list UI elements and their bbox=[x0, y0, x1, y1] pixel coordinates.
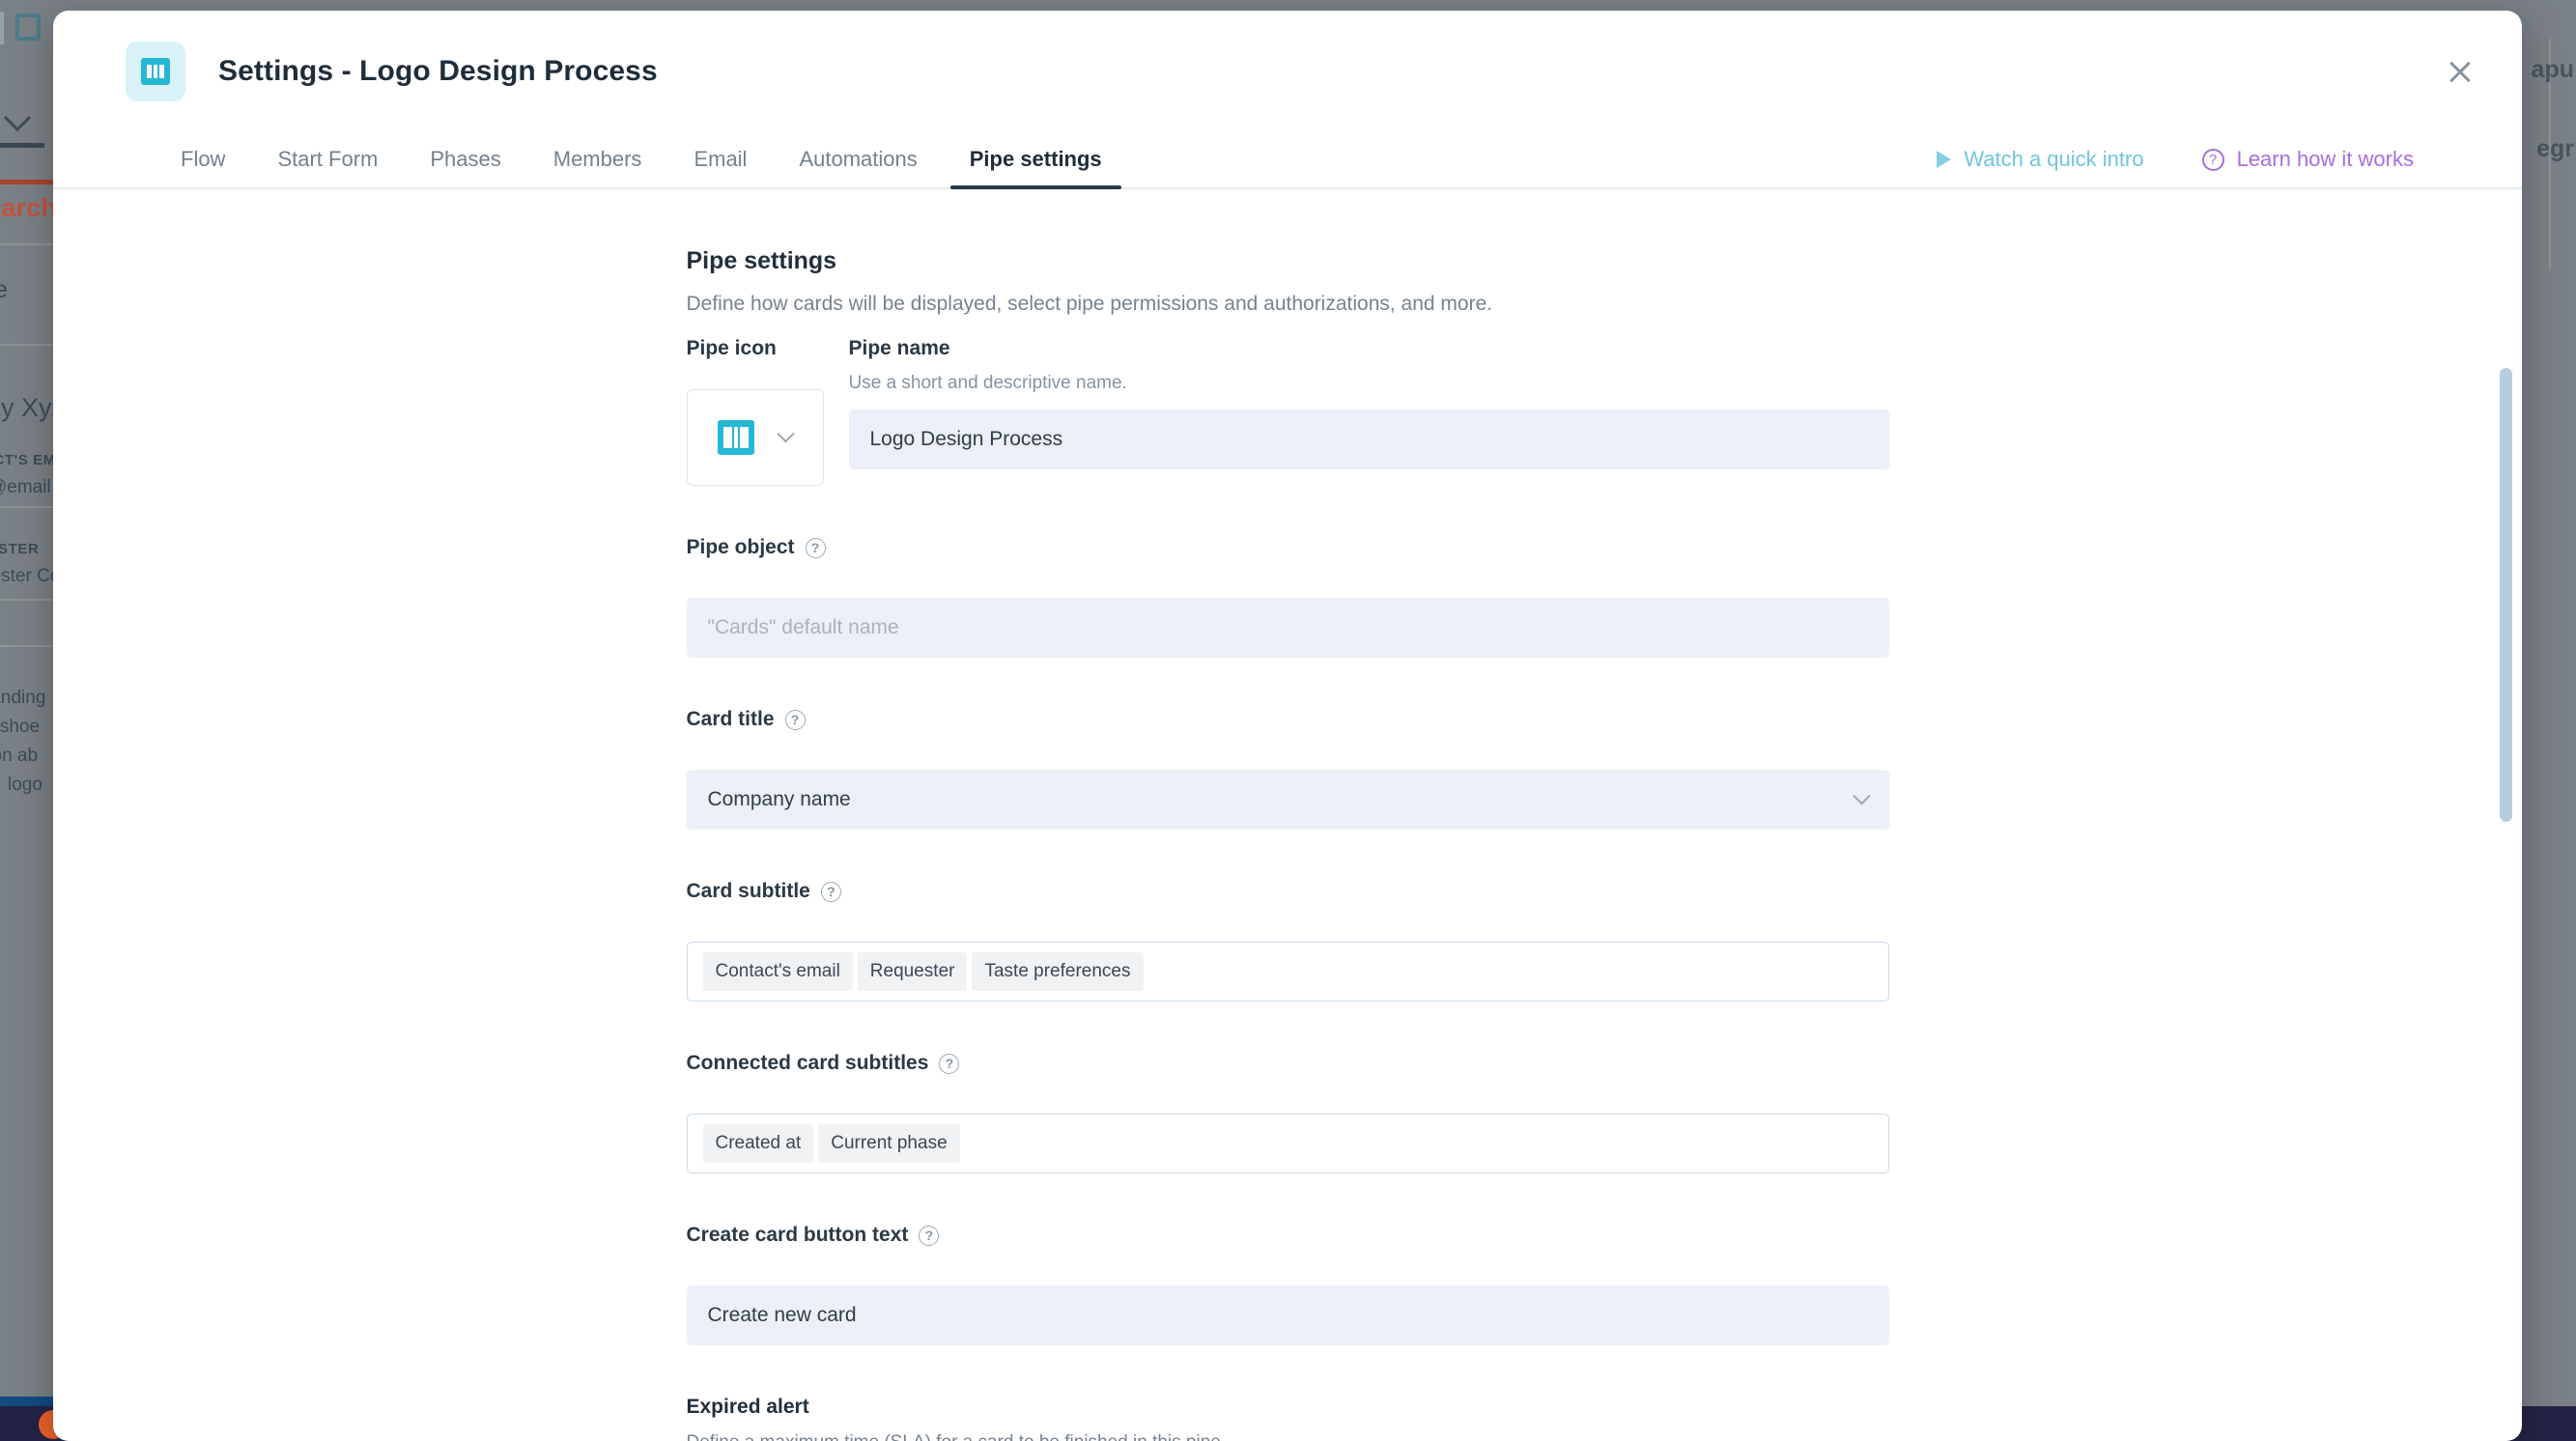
close-icon[interactable] bbox=[2443, 55, 2477, 90]
background-text: UESTER bbox=[0, 541, 40, 557]
background-divider bbox=[0, 599, 56, 601]
background-divider bbox=[0, 344, 56, 346]
help-icon[interactable]: ? bbox=[939, 1053, 960, 1074]
pipe-object-field: Pipe object ? "Cards" default name bbox=[686, 536, 1889, 658]
card-subtitle-label: Card subtitle ? bbox=[687, 880, 1889, 903]
card-subtitle-taginput[interactable]: Contact's email Requester Taste preferen… bbox=[686, 942, 1889, 1002]
card-title-select[interactable]: Company name bbox=[686, 770, 1889, 830]
create-card-button-text-label-text: Create card button text bbox=[686, 1224, 909, 1246]
background-text: uester Co bbox=[0, 566, 56, 586]
learn-how-it-works-link[interactable]: ? Learn how it works bbox=[2201, 147, 2414, 172]
pipe-settings-form: Pipe settings Define how cards will be d… bbox=[686, 189, 1889, 1441]
expired-alert-section: Expired alert Define a maximum time (SLA… bbox=[687, 1396, 1889, 1441]
background-text: e bbox=[0, 276, 8, 303]
connected-card-subtitles-label: Connected card subtitles ? bbox=[687, 1052, 1889, 1075]
create-card-button-text-input[interactable]: Create new card bbox=[686, 1286, 1889, 1345]
pipe-object-label-text: Pipe object bbox=[686, 536, 795, 558]
background-text: egr bbox=[2536, 135, 2574, 162]
kanban-board-icon bbox=[718, 420, 754, 455]
pipe-name-input[interactable]: Logo Design Process bbox=[848, 410, 1889, 469]
tag-chip[interactable]: Created at bbox=[702, 1124, 814, 1163]
chevron-down-icon bbox=[3, 103, 32, 132]
card-subtitle-label-text: Card subtitle bbox=[686, 880, 810, 902]
tab-email[interactable]: Email bbox=[674, 147, 766, 187]
play-icon bbox=[1937, 151, 1952, 168]
card-title-label: Card title ? bbox=[687, 708, 1889, 731]
pipe-icon-picker[interactable] bbox=[686, 389, 824, 486]
card-title-field: Card title ? Company name bbox=[686, 708, 1889, 830]
connected-card-subtitles-taginput[interactable]: Created at Current phase bbox=[686, 1114, 1889, 1173]
card-title-value: Company name bbox=[707, 788, 851, 810]
pipe-object-label: Pipe object ? bbox=[687, 536, 1889, 559]
modal-header: Settings - Logo Design Process bbox=[53, 11, 2522, 131]
tab-members[interactable]: Members bbox=[534, 147, 662, 187]
tag-chip[interactable]: Current phase bbox=[818, 1124, 960, 1163]
background-text: t, shoe bbox=[0, 717, 41, 737]
pipe-icon-label: Pipe icon bbox=[686, 337, 777, 359]
pipe-name-hint: Use a short and descriptive name. bbox=[848, 373, 1127, 393]
background-divider bbox=[0, 243, 56, 245]
background-tab-underline bbox=[0, 143, 44, 148]
tab-phases[interactable]: Phases bbox=[410, 147, 520, 187]
background-text: randing bbox=[0, 688, 46, 708]
pipe-name-label: Pipe name bbox=[848, 337, 950, 359]
background-divider bbox=[0, 506, 56, 508]
background-text: apu bbox=[2531, 56, 2574, 83]
section-description: Define how cards will be displayed, sele… bbox=[686, 293, 1493, 315]
learn-label: Learn how it works bbox=[2236, 147, 2414, 171]
chevron-down-icon bbox=[1852, 786, 1871, 805]
background-left-column: earch e ny Xyz ACT'S EMAIL @email UESTER… bbox=[0, 0, 56, 1391]
background-text: ny Xyz bbox=[0, 393, 56, 422]
connected-card-subtitles-field: Connected card subtitles ? Created at Cu… bbox=[686, 1052, 1889, 1173]
section-title: Pipe settings bbox=[686, 247, 837, 274]
background-text: tion ab bbox=[0, 746, 39, 766]
background-text: ACT'S EMAIL bbox=[0, 452, 56, 468]
help-icon[interactable]: ? bbox=[919, 1225, 940, 1246]
card-subtitle-field: Card subtitle ? Contact's email Requeste… bbox=[686, 880, 1889, 1002]
tag-chip[interactable]: Taste preferences bbox=[972, 952, 1144, 991]
tab-automations[interactable]: Automations bbox=[779, 147, 936, 187]
connected-card-subtitles-label-text: Connected card subtitles bbox=[686, 1052, 929, 1074]
header-links: Watch a quick intro ? Learn how it works bbox=[1937, 147, 2414, 172]
help-icon[interactable]: ? bbox=[784, 709, 806, 730]
tag-chip[interactable]: Requester bbox=[857, 952, 968, 991]
background-divider bbox=[0, 645, 56, 647]
settings-tabbar: Flow Start Form Phases Members Email Aut… bbox=[53, 131, 2522, 189]
settings-modal: Settings - Logo Design Process Flow Star… bbox=[53, 11, 2522, 1441]
tag-chip[interactable]: Contact's email bbox=[702, 952, 853, 991]
background-text: @email bbox=[0, 477, 51, 497]
modal-body: Pipe settings Define how cards will be d… bbox=[53, 189, 2522, 1441]
tab-pipe-settings[interactable]: Pipe settings bbox=[949, 147, 1121, 189]
card-title-label-text: Card title bbox=[686, 708, 775, 730]
tab-flow[interactable]: Flow bbox=[161, 147, 244, 187]
help-icon[interactable]: ? bbox=[820, 881, 841, 902]
question-circle-icon: ? bbox=[2201, 148, 2224, 171]
chevron-down-icon bbox=[777, 424, 795, 442]
create-card-button-text-label: Create card button text ? bbox=[687, 1224, 1889, 1247]
help-icon[interactable]: ? bbox=[805, 537, 826, 558]
expired-alert-description: Define a maximum time (SLA) for a card t… bbox=[687, 1432, 1889, 1441]
kanban-board-icon bbox=[126, 41, 185, 101]
page-title: Settings - Logo Design Process bbox=[218, 54, 658, 87]
watch-intro-link[interactable]: Watch a quick intro bbox=[1937, 147, 2144, 172]
background-pipe-icon bbox=[15, 14, 41, 41]
background-accent-rule bbox=[0, 180, 56, 184]
create-card-button-text-field: Create card button text ? Create new car… bbox=[686, 1224, 1889, 1345]
pipe-identity-row: Pipe icon Pipe name Use a short and desc… bbox=[686, 337, 1889, 486]
background-divider bbox=[0, 12, 4, 44]
scrollbar-thumb[interactable] bbox=[2500, 368, 2512, 822]
expired-alert-label: Expired alert bbox=[686, 1396, 809, 1418]
background-search-label: earch bbox=[0, 193, 56, 222]
pipe-object-input[interactable]: "Cards" default name bbox=[686, 598, 1889, 658]
tab-start-form[interactable]: Start Form bbox=[258, 147, 397, 187]
watch-intro-label: Watch a quick intro bbox=[1964, 147, 2144, 171]
background-text: logo bbox=[8, 775, 42, 795]
